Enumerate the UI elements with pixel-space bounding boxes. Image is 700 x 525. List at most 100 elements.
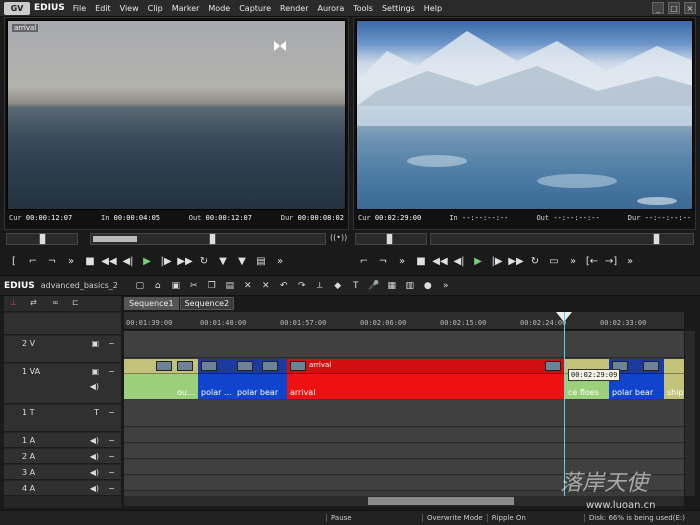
stop-icon[interactable]: ■ bbox=[82, 253, 98, 269]
mixer-icon[interactable]: ▦ bbox=[385, 279, 399, 293]
marker-icon[interactable]: ◆ bbox=[331, 279, 345, 293]
insert-icon[interactable]: ▼ bbox=[215, 253, 231, 269]
minimize-button[interactable]: _ bbox=[652, 2, 664, 14]
play-icon[interactable]: ▶ bbox=[139, 253, 155, 269]
set-in-icon[interactable]: [ bbox=[6, 253, 22, 269]
new-sequence-icon[interactable]: ▢ bbox=[133, 279, 147, 293]
delete-icon[interactable]: ✕ bbox=[241, 279, 255, 293]
sync-icon[interactable]: ~ bbox=[108, 408, 115, 417]
mic-icon[interactable]: 🎤 bbox=[367, 279, 381, 293]
clip[interactable]: polar ... bbox=[198, 359, 234, 399]
menu-edit[interactable]: Edit bbox=[95, 4, 111, 13]
sync-icon[interactable]: ~ bbox=[108, 452, 115, 461]
rec-play-icon[interactable]: ▶ bbox=[470, 253, 486, 269]
overwrite-icon[interactable]: ▼ bbox=[234, 253, 250, 269]
clip[interactable] bbox=[124, 359, 174, 399]
menu-mode[interactable]: Mode bbox=[208, 4, 230, 13]
open-icon[interactable]: ⌂ bbox=[151, 279, 165, 293]
save-icon[interactable]: ▣ bbox=[169, 279, 183, 293]
menu-view[interactable]: View bbox=[120, 4, 139, 13]
loop-icon[interactable]: ↻ bbox=[196, 253, 212, 269]
rec-more2-icon[interactable]: » bbox=[565, 253, 581, 269]
more-tools-icon[interactable]: » bbox=[439, 279, 453, 293]
vertical-scrollbar[interactable] bbox=[685, 331, 695, 496]
rec-monitor-icon[interactable]: ▭ bbox=[546, 253, 562, 269]
speaker-icon[interactable]: ◀) bbox=[90, 468, 99, 477]
rewind-icon[interactable]: ◀◀ bbox=[101, 253, 117, 269]
track-link-icon[interactable]: ∞ bbox=[52, 298, 59, 307]
player-video[interactable]: arrival bbox=[7, 20, 346, 210]
track-header-1a[interactable]: 1 A ◀) ~ bbox=[4, 433, 121, 448]
player-position-knob[interactable] bbox=[209, 233, 216, 245]
split-icon[interactable]: ⟂ bbox=[313, 279, 327, 293]
menu-file[interactable]: File bbox=[73, 4, 86, 13]
menu-aurora[interactable]: Aurora bbox=[318, 4, 345, 13]
track-header-2a[interactable]: 2 A ◀) ~ bbox=[4, 449, 121, 464]
rec-step-back-icon[interactable]: ◀| bbox=[451, 253, 467, 269]
mark-in-icon[interactable]: ⌐ bbox=[25, 253, 41, 269]
video-track-icon[interactable]: ▣ bbox=[91, 367, 99, 376]
rec-fast-forward-icon[interactable]: ▶▶ bbox=[508, 253, 524, 269]
cut-icon[interactable]: ✂ bbox=[187, 279, 201, 293]
sync-icon[interactable]: ~ bbox=[108, 339, 115, 348]
horizontal-scroll-thumb[interactable] bbox=[368, 497, 514, 505]
menu-capture[interactable]: Capture bbox=[239, 4, 271, 13]
clip[interactable]: arrival arrival bbox=[287, 359, 565, 399]
send-icon[interactable]: ▤ bbox=[253, 253, 269, 269]
track-header-1t[interactable]: 1 T T ~ bbox=[4, 405, 121, 432]
sync-icon[interactable]: ~ bbox=[108, 484, 115, 493]
track-header-3a[interactable]: 3 A ◀) ~ bbox=[4, 465, 121, 480]
track-tool-icon[interactable]: ⊥ bbox=[10, 298, 17, 307]
copy-icon[interactable]: ❐ bbox=[205, 279, 219, 293]
lane-2a[interactable] bbox=[124, 444, 684, 459]
sync-icon[interactable]: ~ bbox=[108, 367, 115, 376]
clip[interactable]: ship bbox=[664, 359, 684, 399]
speaker-icon[interactable]: ◀) bbox=[90, 436, 99, 445]
rec-stop-icon[interactable]: ■ bbox=[413, 253, 429, 269]
clip[interactable]: polar bear bbox=[234, 359, 287, 399]
recorder-video[interactable] bbox=[356, 20, 693, 210]
title-icon[interactable]: T bbox=[349, 279, 363, 293]
player-shuttle-knob[interactable] bbox=[39, 233, 46, 245]
sync-icon[interactable]: ~ bbox=[108, 468, 115, 477]
more2-icon[interactable]: » bbox=[272, 253, 288, 269]
player-shuttle[interactable] bbox=[6, 233, 78, 245]
fast-forward-icon[interactable]: ▶▶ bbox=[177, 253, 193, 269]
step-back-icon[interactable]: ◀| bbox=[120, 253, 136, 269]
rec-mark-out-icon[interactable]: ¬ bbox=[375, 253, 391, 269]
undo-icon[interactable]: ↶ bbox=[277, 279, 291, 293]
recorder-position-bar[interactable] bbox=[430, 233, 694, 245]
menu-render[interactable]: Render bbox=[280, 4, 308, 13]
redo-icon[interactable]: ↷ bbox=[295, 279, 309, 293]
trim-out-icon[interactable]: →] bbox=[603, 253, 619, 269]
paste-icon[interactable]: ▤ bbox=[223, 279, 237, 293]
rec-more-icon[interactable]: » bbox=[394, 253, 410, 269]
player-position-bar[interactable] bbox=[90, 233, 326, 245]
mark-out-icon[interactable]: ¬ bbox=[44, 253, 60, 269]
rec-more3-icon[interactable]: » bbox=[622, 253, 638, 269]
audio-sync-icon[interactable]: ((•)) bbox=[330, 233, 347, 242]
sync-icon[interactable]: ~ bbox=[108, 436, 115, 445]
menu-settings[interactable]: Settings bbox=[382, 4, 415, 13]
lane-1a[interactable] bbox=[124, 428, 684, 443]
tab-sequence1[interactable]: Sequence1 bbox=[124, 297, 179, 310]
record-icon[interactable]: ● bbox=[421, 279, 435, 293]
track-header-1va[interactable]: 1 VA ▣ ◀) ~ bbox=[4, 364, 121, 404]
speaker-icon[interactable]: ◀) bbox=[90, 452, 99, 461]
menu-help[interactable]: Help bbox=[424, 4, 442, 13]
menu-marker[interactable]: Marker bbox=[172, 4, 200, 13]
lane-2v[interactable] bbox=[124, 331, 684, 358]
video-track-icon[interactable]: ▣ bbox=[91, 339, 99, 348]
more-icon[interactable]: » bbox=[63, 253, 79, 269]
tab-sequence2[interactable]: Sequence2 bbox=[179, 297, 235, 310]
track-sync-icon[interactable]: ⇄ bbox=[30, 298, 37, 307]
render-icon[interactable]: ▥ bbox=[403, 279, 417, 293]
recorder-shuttle-knob[interactable] bbox=[386, 233, 393, 245]
menu-tools[interactable]: Tools bbox=[353, 4, 373, 13]
speaker-icon[interactable]: ◀) bbox=[90, 484, 99, 493]
clip[interactable]: ou... bbox=[174, 359, 198, 399]
menu-clip[interactable]: Clip bbox=[148, 4, 163, 13]
trim-in-icon[interactable]: [← bbox=[584, 253, 600, 269]
recorder-position-knob[interactable] bbox=[653, 233, 660, 245]
rec-rewind-icon[interactable]: ◀◀ bbox=[432, 253, 448, 269]
